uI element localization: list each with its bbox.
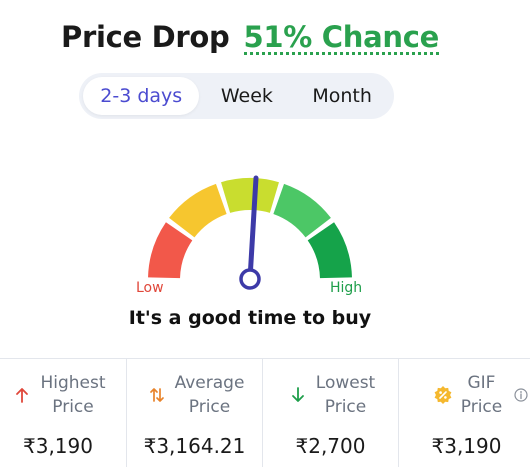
stat-value: ₹2,700 [295,434,366,458]
arrow-up-icon [10,383,34,407]
buy-verdict: It's a good time to buy [128,307,372,329]
chance-link[interactable]: 51% Chance [243,22,439,56]
stat-label-line2: Price [460,397,503,417]
stat-label-line2: Price [52,397,94,417]
stat-label-line1: Lowest [315,373,376,393]
page-title: Price Drop [60,20,230,54]
stat-label-line2: Price [188,397,231,417]
gauge-high-label: High [330,280,363,296]
gauge-segment [273,183,331,238]
stat-value: ₹3,164.21 [143,434,246,458]
swap-arrows-icon [145,383,169,407]
stat-label-line1: GIF [467,373,496,393]
gauge-segment [169,183,227,238]
price-stats: Highest Price ₹3,190 Average Price ₹3,16… [0,358,530,467]
stat-label-line1: Highest [40,373,106,393]
gauge-needle-pivot [239,268,261,290]
gauge-low-label: Low [136,280,164,296]
gauge-segment [221,178,279,213]
tab-2-3-days[interactable]: 2-3 days [83,77,200,115]
stat-lowest-price: Lowest Price ₹2,700 [262,358,399,467]
time-range-tabs: 2-3 days Week Month [79,73,394,119]
stat-label-line2: Price [324,397,367,417]
tab-month[interactable]: Month [294,77,390,115]
stat-gif-price: GIF Price ₹3,190 [398,358,530,467]
price-gauge [148,175,352,290]
discount-badge-icon [431,383,455,407]
stat-value: ₹3,190 [23,434,93,458]
tab-week[interactable]: Week [199,77,294,115]
stat-average-price: Average Price ₹3,164.21 [126,358,263,467]
stat-value: ₹3,190 [431,434,502,458]
arrow-down-icon [286,383,310,407]
stat-label-line1: Average [174,373,245,393]
price-drop-header: Price Drop 51% Chance [0,20,500,56]
info-icon[interactable] [514,387,528,406]
stat-highest-price: Highest Price ₹3,190 [0,358,127,467]
